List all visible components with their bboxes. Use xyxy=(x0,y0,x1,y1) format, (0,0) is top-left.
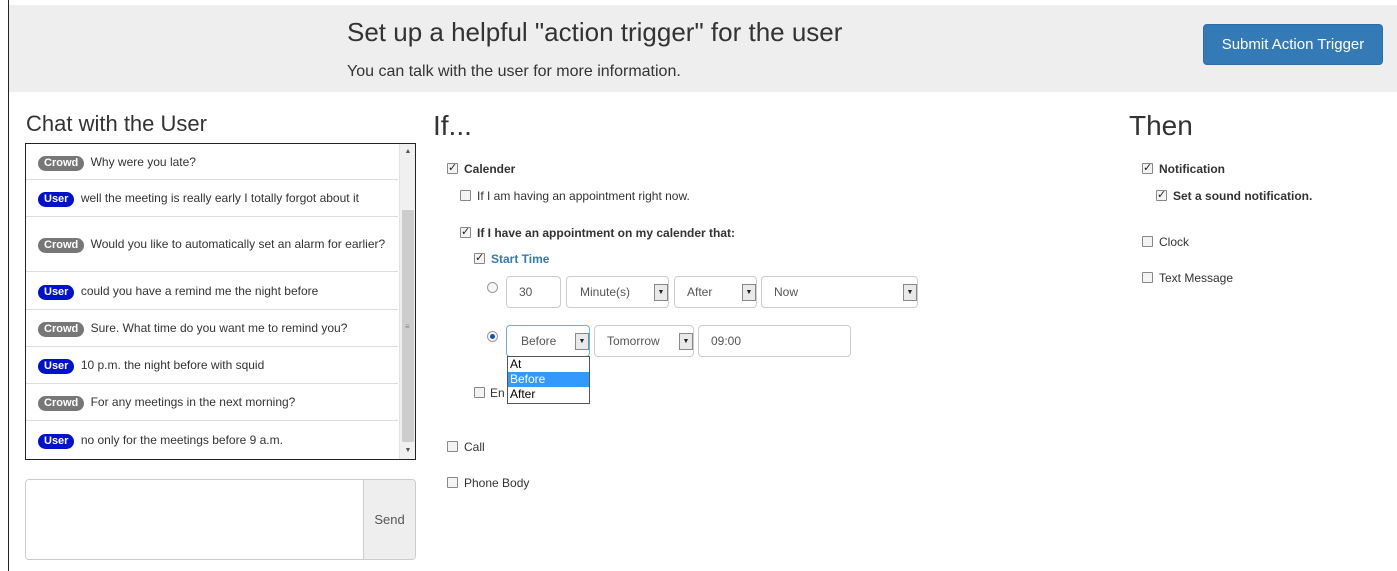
user-badge: User xyxy=(38,192,75,207)
end-time-checkbox[interactable] xyxy=(474,387,485,398)
text-message-checkbox[interactable] xyxy=(1142,272,1153,283)
message-text: could you have a remind me the night bef… xyxy=(80,283,319,298)
message-text: For any meetings in the next morning? xyxy=(90,395,296,409)
scroll-thumb[interactable]: ≡ xyxy=(402,210,414,442)
call-label: Call xyxy=(464,440,485,454)
chevron-down-icon: ▼ xyxy=(679,333,693,350)
user-badge: User xyxy=(38,284,75,300)
chat-message: User well the meeting is really early I … xyxy=(26,180,398,217)
scroll-up-arrow-icon[interactable]: ▲ xyxy=(400,144,415,160)
chat-message: Crowd Why were you late? xyxy=(26,144,398,180)
amount-input[interactable]: 30 xyxy=(506,276,561,308)
chevron-down-icon: ▼ xyxy=(742,284,756,301)
day-select-value: Tomorrow xyxy=(607,334,660,348)
appointment-now-option[interactable]: If I am having an appointment right now. xyxy=(460,189,690,203)
notification-option[interactable]: Notification xyxy=(1142,161,1225,176)
clock-label: Clock xyxy=(1159,235,1190,249)
relation-select-value: After xyxy=(687,285,713,299)
scroll-down-arrow-icon[interactable]: ▼ xyxy=(400,443,415,459)
phone-body-checkbox[interactable] xyxy=(447,477,458,488)
appointment-now-label: If I am having an appointment right now. xyxy=(477,189,690,203)
notification-checkbox[interactable] xyxy=(1142,161,1153,175)
grip-icon: ≡ xyxy=(405,322,410,331)
unit-select-value: Minute(s) xyxy=(580,285,631,299)
send-button[interactable]: Send xyxy=(363,480,415,559)
chat-message: Crowd For any meetings in the next morni… xyxy=(26,384,398,421)
user-badge: User xyxy=(38,433,75,449)
calendar-checkbox[interactable] xyxy=(447,161,458,175)
relation-select[interactable]: After ▼ xyxy=(674,276,757,308)
end-time-label: En xyxy=(490,386,505,400)
call-checkbox[interactable] xyxy=(447,441,458,452)
message-text: 10 p.m. the night before with squid xyxy=(80,358,265,372)
reference-select-value: Now xyxy=(774,285,799,299)
sound-notification-checkbox[interactable] xyxy=(1156,188,1167,202)
phone-body-label: Phone Body xyxy=(464,476,530,490)
relative-time-radio[interactable] xyxy=(487,282,498,293)
phone-body-option[interactable]: Phone Body xyxy=(447,476,529,490)
notification-label: Notification xyxy=(1159,162,1225,176)
text-message-label: Text Message xyxy=(1159,271,1234,285)
appointment-that-label: If I have an appointment on my calender … xyxy=(477,226,736,240)
chat-log[interactable]: Crowd Why were you late? User well the m… xyxy=(25,143,416,460)
message-text: Would you like to automatically set an a… xyxy=(90,237,386,251)
start-time-label: Start Time xyxy=(491,252,550,266)
unit-select[interactable]: Minute(s) ▼ xyxy=(566,276,669,308)
crowd-badge: Crowd xyxy=(38,322,85,337)
header-bar: Set up a helpful "action trigger" for th… xyxy=(9,5,1397,92)
chat-message: User 10 p.m. the night before with squid xyxy=(26,347,398,384)
chat-message: User no only for the meetings before 9 a… xyxy=(26,421,398,458)
dropdown-option-after[interactable]: After xyxy=(508,387,589,402)
message-input[interactable] xyxy=(26,480,363,559)
page-subtitle: You can talk with the user for more info… xyxy=(347,63,681,80)
clock-checkbox[interactable] xyxy=(1142,236,1153,247)
before-select-dropdown[interactable]: At Before After xyxy=(507,356,590,404)
chat-message: User could you have a remind me the nigh… xyxy=(26,272,398,310)
crowd-badge: Crowd xyxy=(38,155,85,171)
crowd-badge: Crowd xyxy=(38,396,85,411)
appointment-that-checkbox[interactable] xyxy=(460,225,471,239)
before-select[interactable]: Before ▼ xyxy=(506,325,590,357)
if-heading: If... xyxy=(433,110,472,141)
message-text: well the meeting is really early I total… xyxy=(80,191,359,205)
chat-message: Crowd Would you like to automatically se… xyxy=(26,217,398,272)
dropdown-option-before[interactable]: Before xyxy=(508,372,589,387)
before-select-value: Before xyxy=(521,334,557,348)
then-heading: Then xyxy=(1129,110,1193,141)
page-title: Set up a helpful "action trigger" for th… xyxy=(347,17,843,47)
chevron-down-icon: ▼ xyxy=(654,284,668,301)
message-text: Sure. What time do you want me to remind… xyxy=(90,321,348,335)
chevron-down-icon: ▼ xyxy=(903,284,917,301)
calendar-option[interactable]: Calender xyxy=(447,161,516,176)
sound-notification-label: Set a sound notification. xyxy=(1173,189,1313,203)
chevron-down-icon: ▼ xyxy=(575,333,589,350)
time-input[interactable]: 09:00 xyxy=(698,325,851,357)
submit-action-trigger-button[interactable]: Submit Action Trigger xyxy=(1203,24,1383,65)
calendar-label: Calender xyxy=(464,162,516,176)
clock-option[interactable]: Clock xyxy=(1142,235,1189,249)
message-text: Why were you late? xyxy=(90,154,196,169)
sound-notification-option[interactable]: Set a sound notification. xyxy=(1156,188,1313,203)
chat-message-list: Crowd Why were you late? User well the m… xyxy=(26,144,398,458)
reference-select[interactable]: Now ▼ xyxy=(761,276,918,308)
appointment-now-checkbox[interactable] xyxy=(460,190,471,201)
appointment-that-option[interactable]: If I have an appointment on my calender … xyxy=(460,225,736,240)
chat-message: Crowd Sure. What time do you want me to … xyxy=(26,310,398,347)
call-option[interactable]: Call xyxy=(447,440,485,454)
day-select[interactable]: Tomorrow ▼ xyxy=(594,325,694,357)
chat-heading: Chat with the User xyxy=(26,111,207,136)
message-text: no only for the meetings before 9 a.m. xyxy=(80,432,283,447)
absolute-time-radio[interactable] xyxy=(487,331,498,342)
start-time-checkbox[interactable] xyxy=(474,251,485,265)
dropdown-option-at[interactable]: At xyxy=(508,357,589,372)
end-time-option[interactable]: En xyxy=(474,386,505,400)
message-composer: Send xyxy=(25,479,416,560)
text-message-option[interactable]: Text Message xyxy=(1142,271,1233,285)
start-time-option[interactable]: Start Time xyxy=(474,251,550,266)
chat-scrollbar[interactable]: ▲ ≡ ▼ xyxy=(399,144,415,459)
user-badge: User xyxy=(38,359,75,374)
crowd-badge: Crowd xyxy=(38,238,85,253)
